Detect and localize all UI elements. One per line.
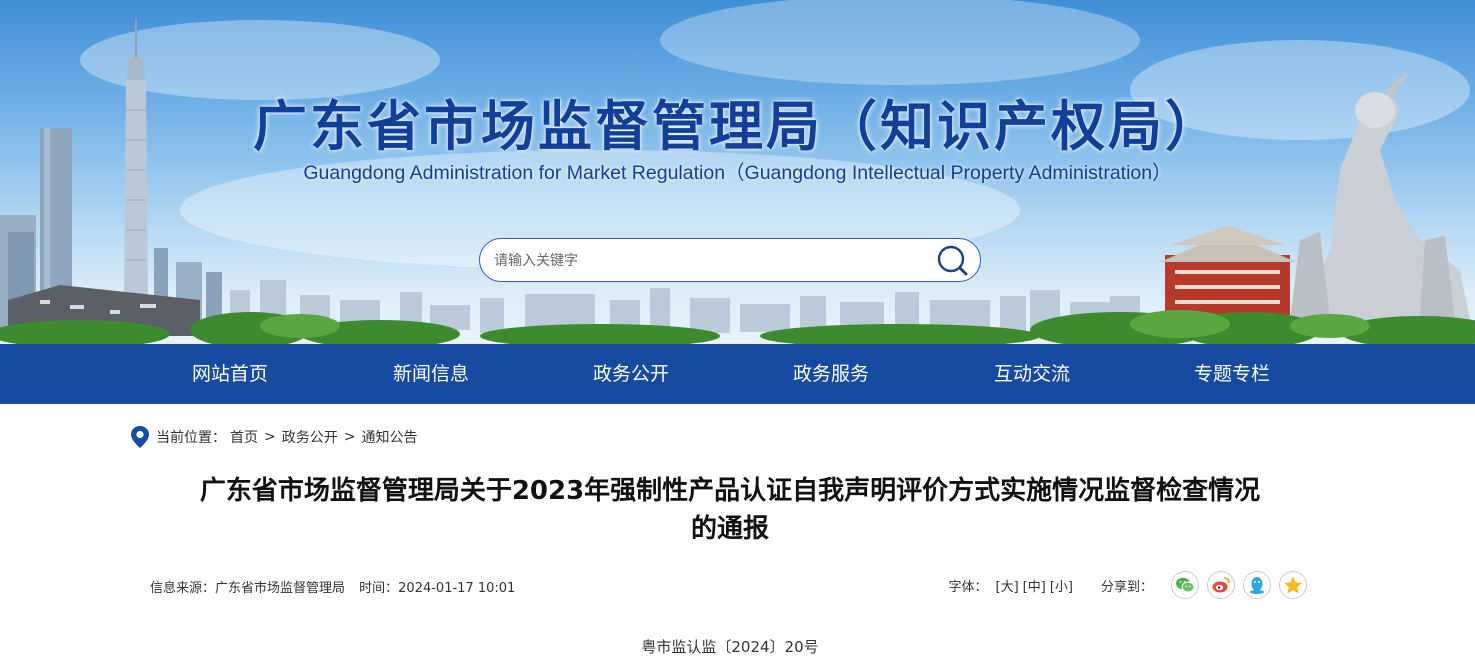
nav-item-news[interactable]: 新闻信息 [351, 344, 511, 404]
breadcrumb-home[interactable]: 首页 [230, 427, 258, 447]
breadcrumb-notices[interactable]: 通知公告 [361, 427, 417, 447]
breadcrumb-prefix: 当前位置： [156, 430, 226, 446]
weibo-icon[interactable] [1207, 571, 1235, 599]
font-large-button[interactable]: [大] [996, 576, 1019, 595]
breadcrumb-separator: > [343, 429, 356, 445]
article-title-line1: 广东省市场监督管理局关于2023年强制性产品认证自我声明评价方式实施情况监督检查… [199, 476, 1261, 506]
article-title-line2: 的通报 [690, 514, 769, 544]
search-icon[interactable] [936, 244, 970, 278]
document-number: 粤市监认监〔2024〕20号 [641, 638, 819, 656]
search-box [479, 238, 981, 282]
nav-item-interaction[interactable]: 互动交流 [952, 344, 1112, 404]
article-meta: 信息来源：广东省市场监督管理局 时间：2024-01-17 10:01 [150, 577, 525, 596]
qq-icon[interactable] [1243, 571, 1271, 599]
breadcrumb-separator: > [264, 429, 276, 445]
nav-item-government-services[interactable]: 政务服务 [751, 344, 911, 404]
article-source: 信息来源：广东省市场监督管理局 [150, 581, 346, 596]
breadcrumb-public-affairs[interactable]: 政务公开 [282, 427, 338, 447]
article-tools: 字体： [大] [中] [小] 分享到： [948, 571, 1307, 599]
nav-item-home[interactable]: 网站首页 [150, 344, 310, 404]
nav-item-public-affairs[interactable]: 政务公开 [551, 344, 711, 404]
site-subtitle: Guangdong Administration for Market Regu… [303, 162, 1172, 184]
search-input[interactable] [494, 247, 924, 275]
font-size-label: 字体： [948, 579, 988, 595]
wechat-icon[interactable] [1171, 571, 1199, 599]
nav-item-special-topics[interactable]: 专题专栏 [1152, 344, 1312, 404]
share-label: 分享到： [1100, 579, 1153, 595]
location-icon [131, 426, 149, 448]
site-title: 广东省市场监督管理局（知识产权局） [253, 95, 1222, 158]
font-medium-button[interactable]: [中] [1023, 576, 1046, 595]
article-time: 时间：2024-01-17 10:01 [359, 581, 516, 596]
font-small-button[interactable]: [小] [1050, 576, 1073, 595]
main-nav: 网站首页 新闻信息 政务公开 政务服务 互动交流 专题专栏 [0, 344, 1475, 404]
article-title: 广东省市场监督管理局关于2023年强制性产品认证自我声明评价方式实施情况监督检查… [150, 472, 1310, 548]
breadcrumb: 当前位置： 首页 > 政务公开 > 通知公告 [130, 424, 417, 450]
header-banner: 广东省市场监督管理局（知识产权局） Guangdong Administrati… [0, 0, 1475, 344]
qzone-icon[interactable] [1279, 571, 1307, 599]
